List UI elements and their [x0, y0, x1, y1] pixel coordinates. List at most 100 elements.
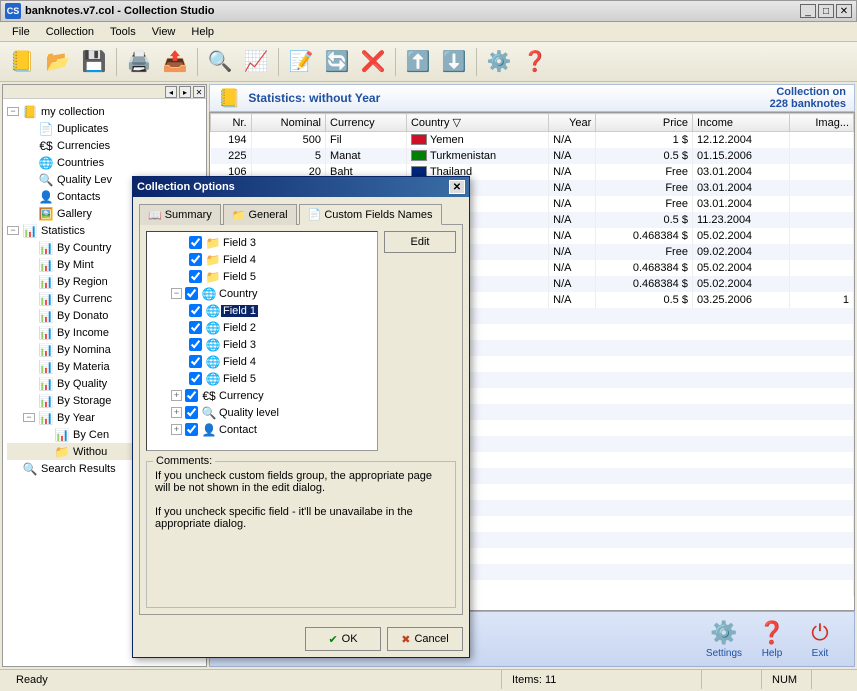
field-checkbox[interactable] [189, 372, 202, 385]
chart-icon: 📊 [38, 308, 54, 324]
column-header[interactable]: Currency [326, 114, 407, 132]
edit-button[interactable]: Edit [384, 231, 456, 253]
tree-scroll-left-icon[interactable]: ◂ [165, 86, 177, 98]
folder-icon: 📒 [22, 104, 38, 120]
field-node[interactable]: 🌐Field 3 [149, 336, 375, 353]
field-checkbox[interactable] [189, 270, 202, 283]
field-node[interactable]: 📁Field 5 [149, 268, 375, 285]
field-checkbox[interactable] [189, 304, 202, 317]
table-row[interactable]: 2255Manat TurkmenistanN/A0.5 $ 01.15.200… [211, 148, 854, 164]
tab-custom-fields[interactable]: 📄Custom Fields Names [299, 204, 442, 225]
minimize-button[interactable]: _ [800, 4, 816, 18]
group-checkbox[interactable] [185, 406, 198, 419]
toolbar-delete-icon[interactable]: ❌ [357, 46, 389, 78]
column-header[interactable]: Nr. [211, 114, 252, 132]
tab-summary[interactable]: 📖Summary [139, 204, 221, 225]
cancel-button[interactable]: ✖Cancel [387, 627, 463, 651]
table-row[interactable]: 194500Fil YemenN/A1 $ 12.12.2004 [211, 132, 854, 148]
group-node[interactable]: +🔍Quality level [149, 404, 375, 421]
field-node[interactable]: 🌐Field 4 [149, 353, 375, 370]
group-node[interactable]: +€$Currency [149, 387, 375, 404]
toolbar-up-icon[interactable]: ⬆️ [402, 46, 434, 78]
column-header[interactable]: Income [692, 114, 789, 132]
chart-icon: 📊 [38, 257, 54, 273]
tree-item[interactable]: 📄Duplicates [7, 120, 202, 137]
field-checkbox[interactable] [189, 321, 202, 334]
document-icon: 📄 [308, 208, 322, 221]
folder-icon: 📁 [232, 209, 246, 222]
toolbar-refresh-icon[interactable]: 🔄 [321, 46, 353, 78]
menu-view[interactable]: View [144, 24, 184, 40]
menubar: File Collection Tools View Help [0, 22, 857, 42]
menu-collection[interactable]: Collection [38, 24, 102, 40]
settings-button[interactable]: ⚙️Settings [700, 620, 748, 659]
toolbar-edit-icon[interactable]: 📝 [285, 46, 317, 78]
country-group[interactable]: −🌐Country [149, 285, 375, 302]
tree-close-icon[interactable]: ✕ [193, 86, 205, 98]
field-checkbox[interactable] [189, 253, 202, 266]
toolbar-open-icon[interactable]: 📂 [42, 46, 74, 78]
power-icon: ⏻ [811, 620, 828, 646]
chart-icon: 📊 [38, 359, 54, 375]
column-header[interactable]: Country ▽ [406, 114, 548, 132]
help-button[interactable]: ❓Help [748, 620, 796, 659]
menu-help[interactable]: Help [183, 24, 222, 40]
field-node[interactable]: 🌐Field 1 [149, 302, 375, 319]
field-checkbox[interactable] [189, 338, 202, 351]
column-header[interactable]: Price [596, 114, 693, 132]
column-header[interactable]: Year [549, 114, 596, 132]
field-node[interactable]: 🌐Field 2 [149, 319, 375, 336]
menu-file[interactable]: File [4, 24, 38, 40]
field-node[interactable]: 📁Field 3 [149, 234, 375, 251]
folder-icon: 📁 [205, 270, 221, 284]
toolbar-help-icon[interactable]: ❓ [519, 46, 551, 78]
tree-item[interactable]: 🌐Countries [7, 154, 202, 171]
folder-icon: 📁 [205, 253, 221, 267]
dialog-close-icon[interactable]: ✕ [449, 180, 465, 194]
field-checkbox[interactable] [189, 355, 202, 368]
group-icon: €$ [201, 389, 217, 403]
book-icon: 📖 [148, 209, 162, 222]
globe-icon: 🌐 [205, 338, 221, 352]
menu-tools[interactable]: Tools [102, 24, 144, 40]
group-checkbox[interactable] [185, 287, 198, 300]
node-icon: 📄 [38, 121, 54, 137]
close-button[interactable]: ✕ [836, 4, 852, 18]
toolbar: 📒 📂 💾 🖨️ 📤 🔍 📈 📝 🔄 ❌ ⬆️ ⬇️ ⚙️ ❓ [0, 42, 857, 82]
chart-icon: 📊 [38, 325, 54, 341]
group-node[interactable]: +👤Contact [149, 421, 375, 438]
toolbar-chart-icon[interactable]: 📈 [240, 46, 272, 78]
field-node[interactable]: 🌐Field 5 [149, 370, 375, 387]
fields-tree[interactable]: 📁Field 3📁Field 4📁Field 5−🌐Country🌐Field … [146, 231, 378, 451]
maximize-button[interactable]: □ [818, 4, 834, 18]
toolbar-search-icon[interactable]: 🔍 [204, 46, 236, 78]
toolbar-down-icon[interactable]: ⬇️ [438, 46, 470, 78]
gallery-icon: 🖼️ [38, 206, 54, 222]
tree-root[interactable]: −📒my collection [7, 103, 202, 120]
toolbar-save-icon[interactable]: 💾 [78, 46, 110, 78]
search-icon: 🔍 [22, 461, 38, 477]
toolbar-print-icon[interactable]: 🖨️ [123, 46, 155, 78]
node-icon: 🔍 [38, 172, 54, 188]
exit-button[interactable]: ⏻Exit [796, 620, 844, 659]
field-checkbox[interactable] [189, 236, 202, 249]
group-checkbox[interactable] [185, 389, 198, 402]
ok-button[interactable]: ✔OK [305, 627, 381, 651]
tab-general[interactable]: 📁General [223, 204, 297, 225]
globe-icon: 🌐 [205, 355, 221, 369]
content-header: 📒 Statistics: without Year Collection on… [209, 84, 855, 112]
tree-item[interactable]: €$Currencies [7, 137, 202, 154]
toolbar-export-icon[interactable]: 📤 [159, 46, 191, 78]
globe-icon: 🌐 [201, 287, 217, 301]
field-node[interactable]: 📁Field 4 [149, 251, 375, 268]
group-checkbox[interactable] [185, 423, 198, 436]
column-header[interactable]: Nominal [251, 114, 325, 132]
column-header[interactable]: Imag... [789, 114, 853, 132]
toolbar-new-icon[interactable]: 📒 [6, 46, 38, 78]
tree-scroll-right-icon[interactable]: ▸ [179, 86, 191, 98]
folder-icon: 📁 [205, 236, 221, 250]
toolbar-settings-icon[interactable]: ⚙️ [483, 46, 515, 78]
comments-box: Comments: If you uncheck custom fields g… [146, 461, 456, 608]
chart-icon: 📊 [38, 342, 54, 358]
status-num: NUM [761, 670, 811, 689]
